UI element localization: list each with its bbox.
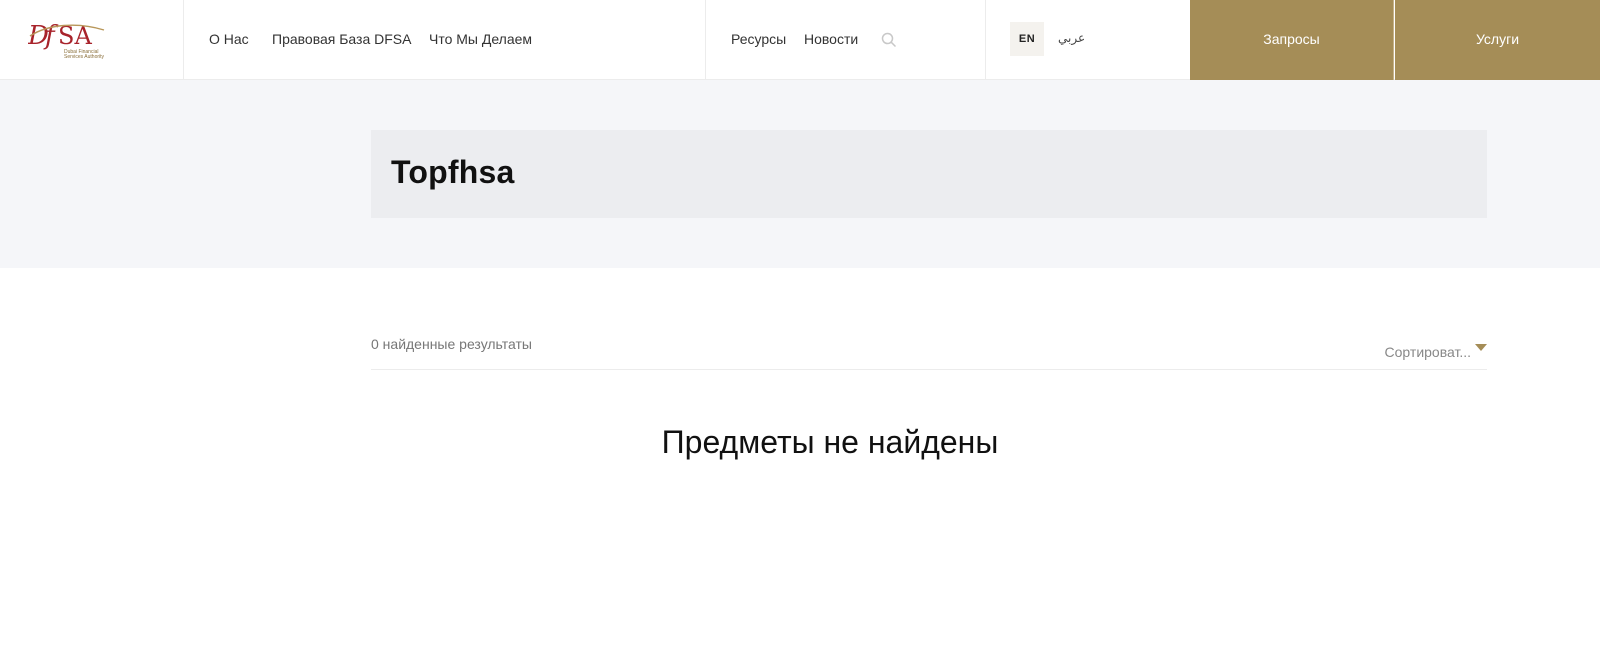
services-button[interactable]: Услуги <box>1395 0 1600 80</box>
empty-state-message: Предметы не найдены <box>661 424 999 460</box>
secondary-nav: Ресурсы Новости <box>706 0 986 80</box>
lang-en-button[interactable]: EN <box>1010 22 1044 56</box>
page-title: Topfhsa <box>391 154 515 190</box>
requests-button[interactable]: Запросы <box>1190 0 1394 80</box>
chevron-down-icon <box>1475 344 1487 351</box>
search-icon[interactable] <box>880 31 898 49</box>
logo-swoosh-icon: D f SA <box>28 21 105 51</box>
sort-label: Сортироват... <box>1384 344 1471 360</box>
hero-banner: Topfhsa <box>0 80 1600 268</box>
nav-what-we-do[interactable]: Что Мы Делаем <box>429 31 532 47</box>
svg-text:f: f <box>43 21 59 51</box>
results-count: 0 найденные результаты <box>371 336 532 352</box>
language-switcher: EN عربي <box>986 0 1190 80</box>
results-bar: 0 найденные результаты Сортироват... <box>371 326 1487 370</box>
nav-legal-base[interactable]: Правовая База DFSA <box>272 31 412 47</box>
lang-ar-link[interactable]: عربي <box>1058 31 1085 45</box>
nav-resources[interactable]: Ресурсы <box>731 31 786 47</box>
logo-cell: D f SA Dubai Financial Services Authorit… <box>0 0 184 80</box>
sort-dropdown[interactable]: Сортироват... <box>1385 344 1487 360</box>
nav-about[interactable]: О Нас <box>209 31 249 47</box>
dfsa-logo[interactable]: D f SA Dubai Financial Services Authorit… <box>28 12 108 66</box>
logo-subtitle: Dubai Financial Services Authority <box>64 49 105 60</box>
site-header: D f SA Dubai Financial Services Authorit… <box>0 0 1600 80</box>
main-nav: О Нас Правовая База DFSA Что Мы Делаем <box>184 0 706 80</box>
title-box: Topfhsa <box>371 130 1487 218</box>
nav-news[interactable]: Новости <box>804 31 858 47</box>
